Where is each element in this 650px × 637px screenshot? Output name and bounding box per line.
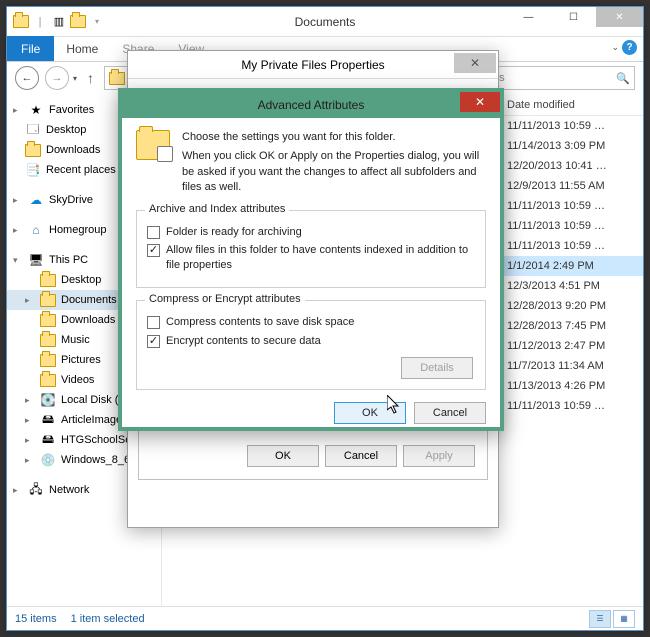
date-cell: 11/7/2013 11:34 AM	[507, 360, 637, 372]
chk-compress[interactable]: Compress contents to save disk space	[147, 315, 475, 330]
sidebar-item-label: Downloads	[46, 144, 100, 156]
properties-close-button[interactable]: ✕	[454, 53, 496, 73]
date-cell: 12/9/2013 11:55 AM	[507, 180, 637, 192]
details-view-button[interactable]: ☰	[589, 610, 611, 628]
sidebar-item-label: Downloads	[61, 314, 115, 326]
sidebar-item-label: Videos	[61, 374, 94, 386]
sidebar-item-label: Desktop	[46, 124, 86, 136]
properties-apply-button: Apply	[403, 445, 475, 467]
advanced-cancel-button[interactable]: Cancel	[414, 402, 486, 424]
quick-access-toolbar: | ▥ ▾	[7, 14, 105, 30]
compress-encrypt-group: Compress or Encrypt attributes Compress …	[136, 300, 486, 390]
checkbox-icon	[147, 244, 160, 257]
date-cell: 11/11/2013 10:59 …	[507, 240, 637, 252]
search-box[interactable]: nts 🔍	[485, 66, 635, 90]
sidebar-item-label: Network	[49, 484, 89, 496]
chk-label: Compress contents to save disk space	[166, 315, 354, 330]
sidebar-item-label: Documents	[61, 294, 117, 306]
history-chevron-icon[interactable]: ▾	[73, 74, 77, 83]
sidebar-item-label: Pictures	[61, 354, 101, 366]
sidebar-item-label: Recent places	[46, 164, 116, 176]
chk-label: Encrypt contents to secure data	[166, 334, 321, 349]
advanced-line2: When you click OK or Apply on the Proper…	[182, 150, 479, 193]
chk-archive-ready[interactable]: Folder is ready for archiving	[147, 225, 475, 240]
search-icon: 🔍	[616, 72, 630, 85]
file-tab[interactable]: File	[7, 36, 54, 61]
ribbon-help-area: ⌄ ?	[611, 40, 637, 55]
new-folder-icon[interactable]	[70, 14, 86, 30]
advanced-title: Advanced Attributes	[258, 98, 365, 112]
folder-icon	[13, 14, 29, 30]
properties-ok-button[interactable]: OK	[247, 445, 319, 467]
date-cell: 11/11/2013 10:59 …	[507, 220, 637, 232]
col-date[interactable]: Date modified	[507, 99, 643, 111]
advanced-title-bar: Advanced Attributes ✕	[122, 92, 500, 118]
date-cell: 11/11/2013 10:59 …	[507, 400, 637, 412]
advanced-ok-button[interactable]: OK	[334, 402, 406, 424]
sidebar-item-label: Homegroup	[49, 224, 106, 236]
up-button[interactable]: ↑	[83, 70, 98, 86]
folder-icon	[109, 70, 125, 86]
date-cell: 12/20/2013 10:41 …	[507, 160, 637, 172]
date-cell: 12/3/2013 4:51 PM	[507, 280, 637, 292]
properties-title-bar: My Private Files Properties ✕	[128, 51, 498, 79]
help-icon[interactable]: ?	[622, 40, 637, 55]
compress-encrypt-legend: Compress or Encrypt attributes	[145, 293, 305, 305]
qat-divider: |	[32, 14, 48, 30]
sidebar-item-label: This PC	[49, 254, 88, 266]
minimize-button[interactable]: —	[506, 7, 551, 27]
icons-view-button[interactable]: ▦	[613, 610, 635, 628]
chk-encrypt[interactable]: Encrypt contents to secure data	[147, 334, 475, 349]
date-cell: 11/13/2013 4:26 PM	[507, 380, 637, 392]
folder-settings-icon	[136, 130, 170, 160]
chk-label: Folder is ready for archiving	[166, 225, 302, 240]
advanced-description: Choose the settings you want for this fo…	[182, 130, 486, 196]
archive-index-group: Archive and Index attributes Folder is r…	[136, 210, 486, 289]
tab-home[interactable]: Home	[54, 37, 110, 61]
status-bar: 15 items 1 item selected ☰ ▦	[7, 606, 643, 630]
checkbox-icon	[147, 335, 160, 348]
advanced-line1: Choose the settings you want for this fo…	[182, 130, 486, 145]
date-cell: 1/1/2014 2:49 PM	[507, 260, 637, 272]
properties-title: My Private Files Properties	[241, 58, 384, 72]
date-cell: 11/14/2013 3:09 PM	[507, 140, 637, 152]
chk-label: Allow files in this folder to have conte…	[166, 243, 475, 273]
sidebar-item-label: Desktop	[61, 274, 101, 286]
date-cell: 11/11/2013 10:59 …	[507, 120, 637, 132]
forward-button: →	[45, 66, 69, 90]
maximize-button[interactable]: ☐	[551, 7, 596, 27]
advanced-attributes-dialog: Advanced Attributes ✕ Choose the setting…	[118, 88, 504, 431]
date-cell: 12/28/2013 7:45 PM	[507, 320, 637, 332]
status-count: 15 items	[15, 613, 57, 625]
properties-icon[interactable]: ▥	[51, 14, 67, 30]
details-button: Details	[401, 357, 473, 379]
chk-index-contents[interactable]: Allow files in this folder to have conte…	[147, 243, 475, 273]
title-bar: | ▥ ▾ Documents — ☐ ✕	[7, 7, 643, 37]
checkbox-icon	[147, 316, 160, 329]
qat-chevron-icon[interactable]: ▾	[89, 14, 105, 30]
advanced-buttons: OK Cancel	[136, 402, 486, 424]
date-cell: 11/12/2013 2:47 PM	[507, 340, 637, 352]
date-cell: 12/28/2013 9:20 PM	[507, 300, 637, 312]
expand-ribbon-icon[interactable]: ⌄	[611, 42, 619, 53]
back-button[interactable]: ←	[15, 66, 39, 90]
sidebar-item-label: Favorites	[49, 104, 94, 116]
date-cell: 11/11/2013 10:59 …	[507, 200, 637, 212]
properties-cancel-button[interactable]: Cancel	[325, 445, 397, 467]
status-selected: 1 item selected	[71, 613, 145, 625]
close-button[interactable]: ✕	[596, 7, 643, 27]
advanced-close-button[interactable]: ✕	[460, 92, 500, 112]
window-controls: — ☐ ✕	[506, 7, 643, 27]
archive-index-legend: Archive and Index attributes	[145, 203, 289, 215]
advanced-header: Choose the settings you want for this fo…	[136, 130, 486, 196]
properties-buttons: OK Cancel Apply	[247, 445, 475, 467]
sidebar-item-label: SkyDrive	[49, 194, 93, 206]
checkbox-icon	[147, 226, 160, 239]
sidebar-item-label: Music	[61, 334, 90, 346]
